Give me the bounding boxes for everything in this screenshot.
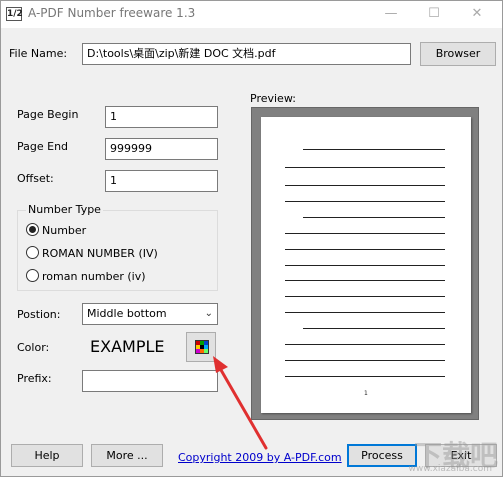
help-button[interactable]: Help	[11, 444, 83, 467]
preview-label: Preview:	[250, 92, 296, 105]
page-begin-input[interactable]: 1	[105, 106, 218, 128]
prefix-input[interactable]	[82, 370, 218, 392]
preview-text-line	[285, 233, 445, 234]
browse-button[interactable]: Browser	[420, 42, 496, 66]
window-title: A-PDF Number freeware 1.3	[28, 6, 196, 20]
position-select-value: Middle bottom	[87, 307, 167, 320]
app-icon: 1/2	[6, 7, 23, 21]
page-end-input[interactable]: 999999	[105, 138, 218, 160]
radio-roman-upper[interactable]	[26, 246, 39, 259]
preview-text-line	[285, 376, 445, 377]
watermark-url: www.xiazaiba.com	[408, 464, 492, 474]
close-button[interactable]: ✕	[467, 5, 487, 23]
preview-text-line	[285, 280, 445, 281]
preview-text-line	[285, 249, 445, 250]
color-picker-button[interactable]	[186, 332, 216, 362]
color-label: Color:	[17, 341, 50, 354]
preview-text-line	[285, 167, 445, 168]
maximize-button[interactable]: ☐	[424, 5, 444, 23]
number-type-title: Number Type	[26, 203, 103, 216]
page-begin-label: Page Begin	[17, 108, 79, 121]
file-name-label: File Name:	[9, 47, 68, 60]
radio-roman-lower[interactable]	[26, 269, 39, 282]
preview-page-number: 1	[364, 390, 368, 397]
preview-page: 1	[261, 117, 471, 413]
prefix-label: Prefix:	[17, 372, 52, 385]
preview-text-line	[285, 265, 445, 266]
preview-text-line	[285, 201, 445, 202]
preview-text-line	[303, 149, 445, 150]
preview-text-line	[285, 185, 445, 186]
radio-roman-upper-label[interactable]: ROMAN NUMBER (IV)	[42, 247, 158, 260]
preview-text-line	[285, 312, 445, 313]
offset-label: Offset:	[17, 172, 54, 185]
preview-text-line	[303, 217, 445, 218]
chevron-down-icon: ⌄	[204, 308, 213, 319]
palette-icon	[195, 340, 209, 354]
position-select[interactable]: Middle bottom ⌄	[82, 303, 218, 325]
radio-number-label[interactable]: Number	[42, 224, 86, 237]
copyright-link[interactable]: Copyright 2009 by A-PDF.com	[178, 451, 342, 464]
preview-text-line	[303, 328, 445, 329]
preview-frame: 1	[251, 107, 479, 420]
radio-number[interactable]	[26, 223, 39, 236]
file-name-input[interactable]: D:\tools\桌面\zip\新建 DOC 文档.pdf	[82, 43, 411, 65]
minimize-button[interactable]: —	[381, 5, 401, 23]
offset-input[interactable]: 1	[105, 170, 218, 192]
more-button[interactable]: More ...	[91, 444, 163, 467]
process-button[interactable]: Process	[347, 444, 417, 467]
preview-text-line	[285, 296, 445, 297]
palette-swatch	[204, 349, 208, 353]
preview-text-line	[285, 344, 445, 345]
radio-roman-lower-label[interactable]: roman number (iv)	[42, 270, 146, 283]
preview-text-line	[285, 360, 445, 361]
page-end-label: Page End	[17, 140, 69, 153]
color-example: EXAMPLE	[82, 332, 179, 362]
position-label: Postion:	[17, 308, 61, 321]
app-window: 1/2 A-PDF Number freeware 1.3 — ☐ ✕ File…	[0, 0, 503, 477]
title-bar: 1/2 A-PDF Number freeware 1.3 — ☐ ✕	[1, 1, 502, 28]
